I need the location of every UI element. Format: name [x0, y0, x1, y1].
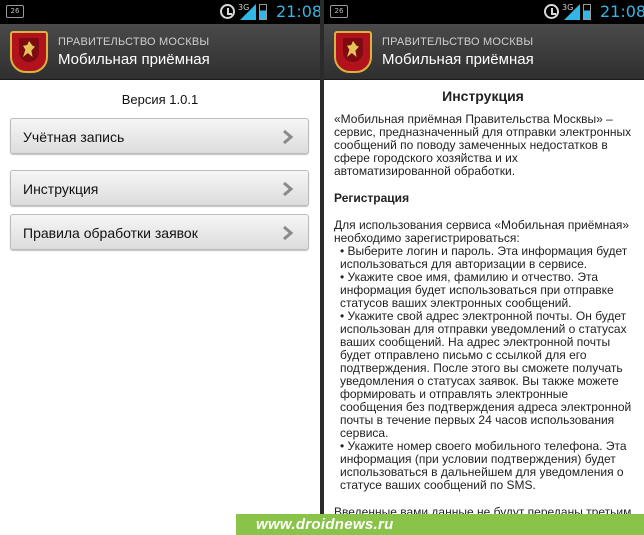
- instruction-scroll-view[interactable]: Инструкция «Мобильная приёмная Правитель…: [324, 80, 644, 535]
- alarm-icon: [220, 4, 235, 19]
- instruction-screen: 26 3G 21:08 ПРАВИТЕЛЬСТВО МОСКВЫ Мобильн…: [324, 0, 644, 535]
- notification-icon: 26: [330, 5, 348, 18]
- list-item: • Укажите свой адрес электронной почты. …: [340, 309, 632, 440]
- battery-icon: [583, 4, 591, 20]
- account-button[interactable]: Учётная запись: [10, 118, 309, 154]
- clock: 21:08: [276, 2, 320, 21]
- instruction-intro: «Мобильная приёмная Правительства Москвы…: [334, 112, 632, 178]
- rules-button[interactable]: Правила обработки заявок: [10, 214, 309, 250]
- status-bar: 26 3G 21:08: [324, 0, 644, 24]
- chevron-right-icon: [283, 129, 294, 145]
- list-item: • Выберите логин и пароль. Эта информаци…: [340, 244, 628, 271]
- main-content: Версия 1.0.1 Учётная запись Инструкция П…: [0, 80, 320, 535]
- app-subtitle: ПРАВИТЕЛЬСТВО МОСКВЫ: [58, 36, 210, 48]
- button-label: Правила обработки заявок: [23, 225, 198, 241]
- signal-icon: [240, 4, 256, 20]
- main-screen: 26 3G 21:08 ПРАВИТЕЛЬСТВО МОСКВЫ Мобильн…: [0, 0, 320, 535]
- registration-lead: Для использования сервиса «Мобильная при…: [334, 218, 630, 245]
- action-bar: ПРАВИТЕЛЬСТВО МОСКВЫ Мобильная приёмная: [324, 24, 644, 80]
- section-heading: Регистрация: [334, 191, 410, 205]
- app-subtitle: ПРАВИТЕЛЬСТВО МОСКВЫ: [382, 36, 534, 48]
- notification-icon: 26: [6, 5, 24, 18]
- moscow-emblem-icon: [10, 31, 48, 73]
- signal-icon: [564, 4, 580, 20]
- button-label: Учётная запись: [23, 129, 125, 145]
- watermark-text: www.droidnews.ru: [256, 516, 394, 533]
- app-title: Мобильная приёмная: [382, 51, 534, 68]
- action-bar: ПРАВИТЕЛЬСТВО МОСКВЫ Мобильная приёмная: [0, 24, 320, 80]
- battery-icon: [259, 4, 267, 20]
- app-title: Мобильная приёмная: [58, 51, 210, 68]
- version-label: Версия 1.0.1: [121, 92, 199, 107]
- clock: 21:08: [600, 2, 644, 21]
- chevron-right-icon: [283, 225, 294, 241]
- instruction-button[interactable]: Инструкция: [10, 170, 309, 206]
- alarm-icon: [544, 4, 559, 19]
- status-bar: 26 3G 21:08: [0, 0, 320, 24]
- list-item: • Укажите свое имя, фамилию и отчество. …: [340, 270, 614, 310]
- moscow-emblem-icon: [334, 31, 372, 73]
- instruction-title: Инструкция: [442, 88, 524, 104]
- chevron-right-icon: [283, 181, 294, 197]
- list-item: • Укажите номер своего мобильного телефо…: [340, 439, 627, 492]
- watermark-banner: www.droidnews.ru: [236, 514, 644, 535]
- button-label: Инструкция: [23, 181, 99, 197]
